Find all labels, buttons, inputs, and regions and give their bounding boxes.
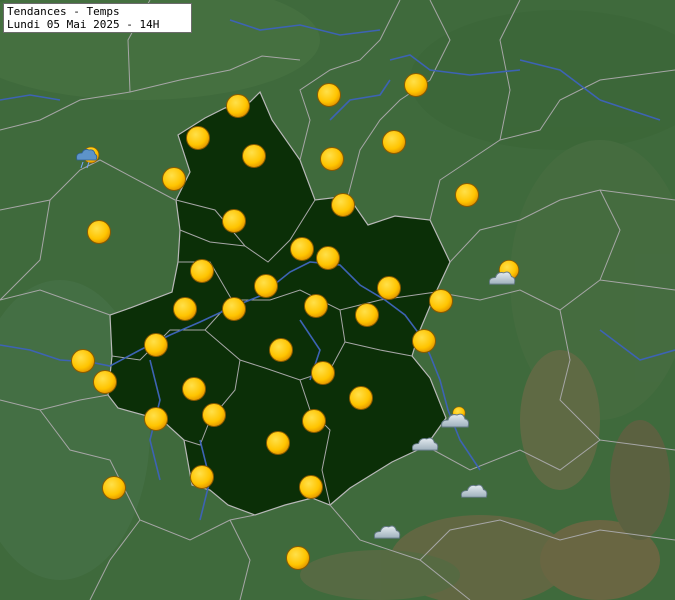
sun-icon xyxy=(331,193,355,217)
sun-icon xyxy=(286,546,310,570)
title-box: Tendances - Temps Lundi 05 Mai 2025 - 14… xyxy=(3,3,192,33)
sun-icon xyxy=(144,333,168,357)
title-line-1: Tendances - Temps xyxy=(7,5,120,18)
sun-icon xyxy=(377,276,401,300)
sun-icon xyxy=(162,167,186,191)
sun-icon xyxy=(93,370,117,394)
sun-icon xyxy=(320,147,344,171)
sun-icon xyxy=(190,465,214,489)
sun-icon xyxy=(222,297,246,321)
sun-icon xyxy=(266,431,290,455)
sun-icon xyxy=(382,130,406,154)
sun-icon xyxy=(182,377,206,401)
sun-icon xyxy=(302,409,326,433)
sun-icon xyxy=(222,209,246,233)
sun-icon xyxy=(355,303,379,327)
sun-icon xyxy=(316,246,340,270)
sun-icon xyxy=(299,475,323,499)
sun-icon xyxy=(254,274,278,298)
sun-icon xyxy=(429,289,453,313)
sun-icon xyxy=(455,183,479,207)
sun-icon xyxy=(173,297,197,321)
sun-icon xyxy=(304,294,328,318)
sun-icon xyxy=(311,361,335,385)
sun-icon xyxy=(404,73,428,97)
sun-icon xyxy=(87,220,111,244)
sun-icon xyxy=(190,259,214,283)
sun-icon xyxy=(349,386,373,410)
sun-icon xyxy=(290,237,314,261)
title-line-2: Lundi 05 Mai 2025 - 14H xyxy=(7,18,160,31)
sun-icon xyxy=(102,476,126,500)
sun-icon xyxy=(317,83,341,107)
sun-icon xyxy=(269,338,293,362)
sun-icon xyxy=(226,94,250,118)
weather-map xyxy=(0,0,675,600)
sun-icon xyxy=(242,144,266,168)
sun-icon xyxy=(144,407,168,431)
sun-icon xyxy=(202,403,226,427)
sun-icon xyxy=(186,126,210,150)
sun-icon xyxy=(412,329,436,353)
sun-icon xyxy=(71,349,95,373)
